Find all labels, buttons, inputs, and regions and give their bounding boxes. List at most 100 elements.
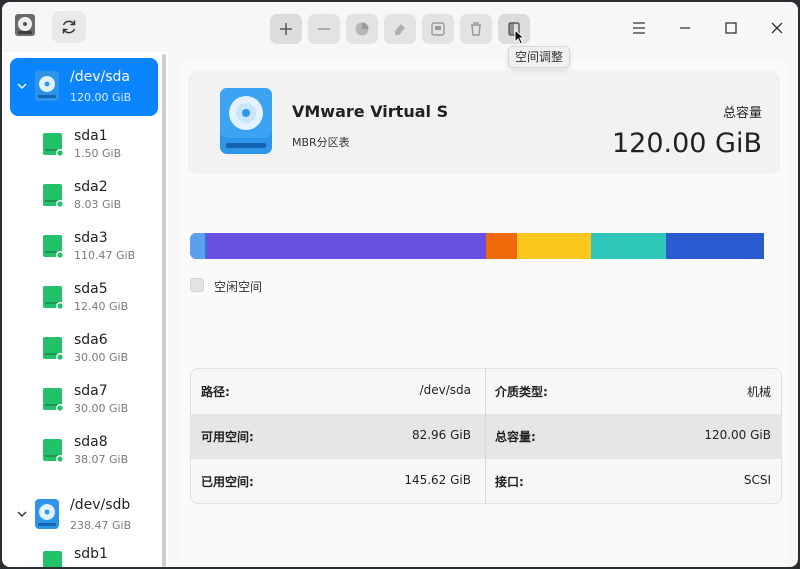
partition-size: 8.03 GiB xyxy=(74,198,122,211)
disk-name: /dev/sdb xyxy=(70,497,131,513)
available-label: 可用空间: xyxy=(201,430,254,444)
media-label: 介质类型: xyxy=(495,385,548,399)
partition-size: 12.40 GiB xyxy=(74,300,129,313)
disk-manager-window: /dev/sda 120.00 GiB sda1 1.50 GiB sda2 8… xyxy=(2,2,798,567)
usage-segment[interactable] xyxy=(516,233,592,259)
close-icon xyxy=(771,22,783,34)
disk-name: /dev/sda xyxy=(70,69,130,85)
minus-icon xyxy=(318,28,330,30)
capacity-label: 总容量 xyxy=(722,106,762,121)
partition-name: sda1 xyxy=(74,128,108,144)
partition-icon xyxy=(43,388,64,412)
refresh-icon xyxy=(62,20,76,34)
disk-size: 238.47 GiB xyxy=(70,519,132,532)
table-row: 已用空间: 145.62 GiB 接口: SCSI xyxy=(191,459,781,503)
partition-size: 110.47 GiB xyxy=(74,249,136,262)
free-space-legend-swatch xyxy=(190,278,204,292)
disk-utility-app-icon xyxy=(15,14,35,36)
partition-icon xyxy=(43,184,64,208)
usage-segment[interactable] xyxy=(206,233,486,259)
sidebar-partition-sda2[interactable]: sda2 8.03 GiB xyxy=(42,177,152,217)
partition-icon xyxy=(43,551,62,567)
capacity-value: 120.00 GiB xyxy=(611,128,762,159)
partition-icon xyxy=(43,133,64,157)
sidebar-partition-sda5[interactable]: sda5 12.40 GiB xyxy=(42,279,152,319)
partition-name: sdb1 xyxy=(74,546,108,562)
wipe-button[interactable] xyxy=(384,14,416,44)
add-partition-button[interactable] xyxy=(270,14,302,44)
partition-name: sda6 xyxy=(74,332,108,348)
minimize-button[interactable] xyxy=(670,14,700,42)
partition-button[interactable] xyxy=(346,14,378,44)
partition-name: sda5 xyxy=(74,281,108,297)
partition-table-type: MBR分区表 xyxy=(292,136,350,149)
hamburger-icon xyxy=(633,22,645,34)
format-icon xyxy=(431,22,445,36)
column-divider xyxy=(485,369,486,503)
free-space-legend-label: 空闲空间 xyxy=(214,280,263,294)
maximize-icon xyxy=(725,22,737,34)
sidebar-partition-sda6[interactable]: sda6 30.00 GiB xyxy=(42,330,152,370)
maximize-button[interactable] xyxy=(716,14,746,42)
chevron-down-icon[interactable] xyxy=(16,80,28,92)
device-sidebar: /dev/sda 120.00 GiB sda1 1.50 GiB sda2 8… xyxy=(2,52,168,567)
minimize-icon xyxy=(680,27,690,29)
partition-size: 30.00 GiB xyxy=(74,402,129,415)
interface-value: SCSI xyxy=(743,473,771,487)
remove-button[interactable] xyxy=(460,14,492,44)
partition-usage-bar[interactable] xyxy=(190,233,782,259)
sidebar-disk-sda[interactable]: /dev/sda 120.00 GiB xyxy=(10,58,158,116)
partition-size: 30.00 GiB xyxy=(74,351,129,364)
path-label: 路径: xyxy=(201,385,230,399)
usage-segment[interactable] xyxy=(485,233,517,259)
media-value: 机械 xyxy=(746,385,771,399)
disk-details-panel: VMware Virtual S MBR分区表 总容量 120.00 GiB 空… xyxy=(178,60,790,560)
sidebar-partition-sda7[interactable]: sda7 30.00 GiB xyxy=(42,381,152,421)
eraser-icon xyxy=(395,24,405,35)
partition-size: 1.50 GiB xyxy=(74,147,122,160)
close-button[interactable] xyxy=(762,14,792,42)
refresh-button[interactable] xyxy=(52,11,86,43)
disk-icon xyxy=(35,499,59,529)
usage-segment[interactable] xyxy=(665,233,765,259)
plus-icon xyxy=(280,23,292,35)
partition-name: sda7 xyxy=(74,383,108,399)
interface-label: 接口: xyxy=(495,475,524,489)
hard-disk-icon xyxy=(220,88,272,154)
sidebar-partition-sda3[interactable]: sda3 110.47 GiB xyxy=(42,228,152,268)
partition-name: sda2 xyxy=(74,179,108,195)
disk-size: 120.00 GiB xyxy=(70,91,132,104)
titlebar xyxy=(2,2,798,52)
partition-icon xyxy=(43,337,64,361)
partition-name: sda8 xyxy=(74,434,108,450)
partition-icon xyxy=(43,235,64,259)
delete-icon xyxy=(471,22,481,36)
tooltip: 空间调整 xyxy=(508,46,571,68)
total-label: 总容量: xyxy=(495,430,536,444)
disk-summary-card: VMware Virtual S MBR分区表 总容量 120.00 GiB xyxy=(188,70,780,174)
mouse-cursor-icon xyxy=(514,29,526,45)
usage-segment[interactable] xyxy=(190,233,205,259)
format-button[interactable] xyxy=(422,14,454,44)
sidebar-disk-sdb[interactable]: /dev/sdb 238.47 GiB xyxy=(10,486,158,544)
delete-partition-button[interactable] xyxy=(308,14,340,44)
sidebar-partition-sdb1[interactable]: sdb1 xyxy=(42,544,152,567)
available-value: 82.96 GiB xyxy=(411,428,471,442)
partition-icon xyxy=(43,439,64,463)
disk-model: VMware Virtual S xyxy=(292,102,449,121)
pie-icon xyxy=(355,22,369,36)
sidebar-partition-sda1[interactable]: sda1 1.50 GiB xyxy=(42,126,152,166)
partition-name: sda3 xyxy=(74,230,108,246)
used-label: 已用空间: xyxy=(201,475,254,489)
table-row: 路径: /dev/sda 介质类型: 机械 xyxy=(191,369,781,414)
sidebar-scrollbar[interactable] xyxy=(162,54,166,567)
table-row: 可用空间: 82.96 GiB 总容量: 120.00 GiB xyxy=(191,414,781,459)
usage-segment[interactable] xyxy=(591,233,666,259)
disk-icon xyxy=(35,71,59,101)
partition-icon xyxy=(43,286,64,310)
partition-size: 38.07 GiB xyxy=(74,453,129,466)
menu-button[interactable] xyxy=(624,14,654,42)
sidebar-partition-sda8[interactable]: sda8 38.07 GiB xyxy=(42,432,152,472)
total-value: 120.00 GiB xyxy=(704,428,771,442)
chevron-down-icon[interactable] xyxy=(16,508,28,520)
